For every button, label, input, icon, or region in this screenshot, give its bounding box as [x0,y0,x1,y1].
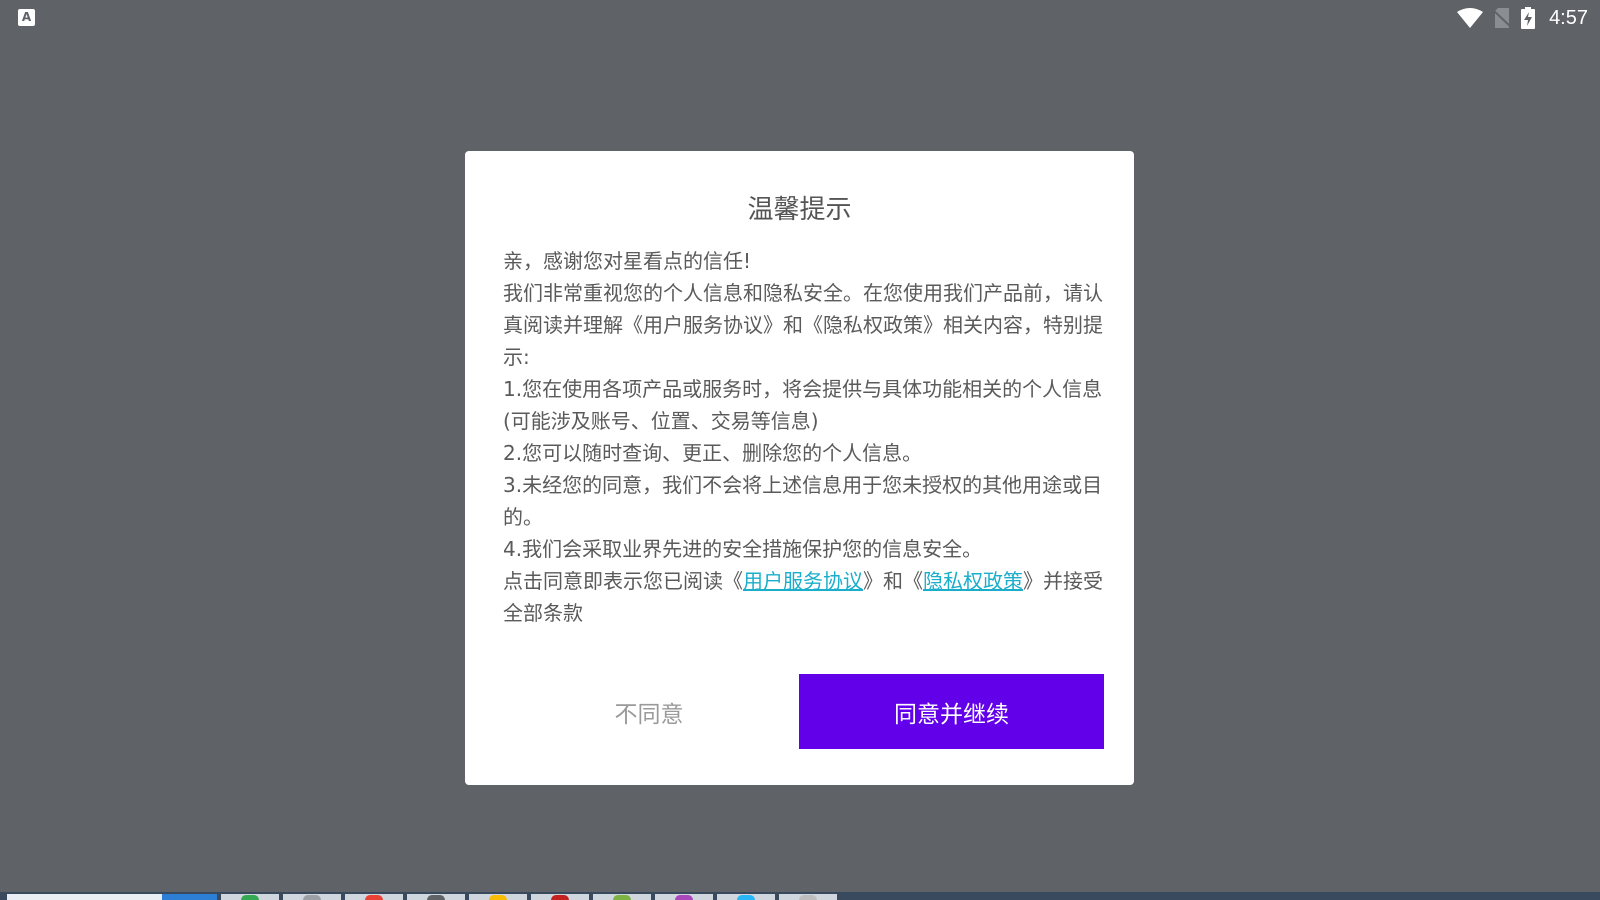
point-3: 3.未经您的同意，我们不会将上述信息用于您未授权的其他用途或目的。 [503,473,1103,529]
dialog-title: 温馨提示 [747,195,852,225]
dialog-body: 亲，感谢您对星看点的信任! 我们非常重视您的个人信息和隐私安全。在您使用我们产品… [503,245,1103,629]
taskbar-start-area[interactable] [7,894,162,900]
taskbar-item[interactable] [221,894,279,900]
taskbar-item[interactable] [655,894,713,900]
point-4: 4.我们会采取业界先进的安全措施保护您的信息安全。 [503,537,983,561]
status-bar: A 4:57 [0,0,1600,36]
taskbar-item[interactable] [283,894,341,900]
greeting-line: 亲，感谢您对星看点的信任! [503,249,752,273]
clock-time: 4:57 [1549,6,1588,29]
battery-charging-icon [1521,7,1536,29]
agree-continue-button[interactable]: 同意并继续 [799,674,1104,749]
no-sim-icon [1493,8,1512,28]
taskbar-item[interactable] [469,894,527,900]
consent-prefix: 点击同意即表示您已阅读《 [503,569,743,593]
taskbar-item[interactable] [593,894,651,900]
privacy-policy-link[interactable]: 隐私权政策 [923,569,1023,593]
status-icons: 4:57 [1457,0,1588,36]
taskbar-item[interactable] [407,894,465,900]
point-1: 1.您在使用各项产品或服务时，将会提供与具体功能相关的个人信息(可能涉及账号、位… [503,377,1103,433]
taskbar-active-item[interactable] [162,894,217,900]
taskbar-item[interactable] [531,894,589,900]
intro-paragraph: 我们非常重视您的个人信息和隐私安全。在您使用我们产品前，请认真阅读并理解《用户服… [503,281,1103,369]
privacy-dialog: 温馨提示 亲，感谢您对星看点的信任! 我们非常重视您的个人信息和隐私安全。在您使… [465,151,1134,785]
taskbar-item[interactable] [717,894,775,900]
taskbar-item[interactable] [345,894,403,900]
consent-middle: 》和《 [863,569,923,593]
terms-of-service-link[interactable]: 用户服务协议 [743,569,863,593]
taskbar-item[interactable] [779,894,837,900]
host-taskbar [0,892,1600,900]
point-2: 2.您可以随时查询、更正、删除您的个人信息。 [503,441,923,465]
notification-app-icon: A [18,9,35,26]
wifi-icon [1457,8,1484,28]
consent-paragraph: 点击同意即表示您已阅读《用户服务协议》和《隐私权政策》并接受全部条款 [503,565,1103,629]
disagree-button[interactable]: 不同意 [503,674,795,749]
